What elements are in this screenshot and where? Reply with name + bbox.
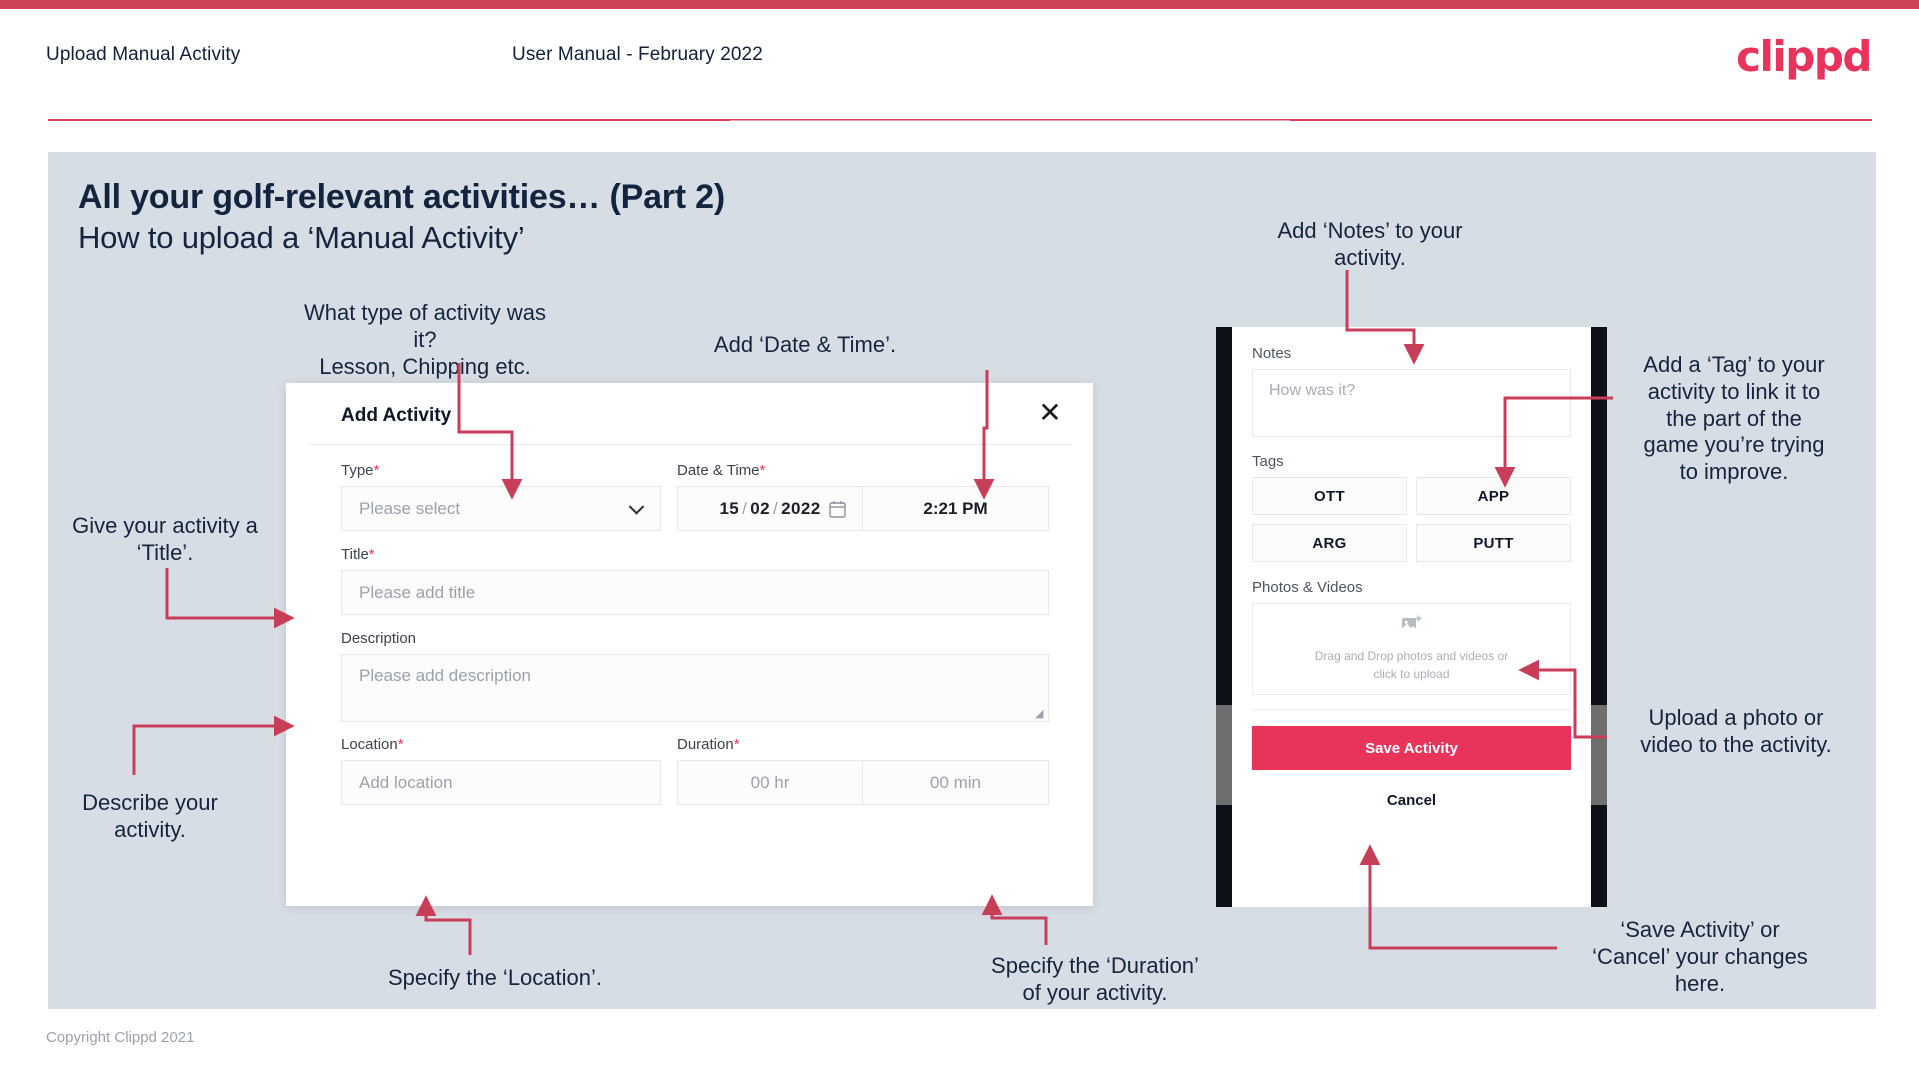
add-activity-dialog: Add Activity ✕ Type* Please select Date …	[286, 383, 1093, 906]
title-input-placeholder: Please add title	[359, 582, 476, 602]
phone-mockup: Notes How was it? Tags OTT APP ARG PUTT …	[1216, 327, 1607, 907]
field-datetime-label-text: Date & Time	[677, 462, 760, 479]
clippd-logo: clippd	[1736, 32, 1872, 81]
annotation-location: Specify the ‘Location’.	[387, 965, 603, 990]
required-marker: *	[759, 462, 766, 479]
resize-handle-icon[interactable]: ◢	[1035, 709, 1045, 720]
time-value: 2:21 PM	[923, 498, 988, 518]
header-divider-light	[730, 120, 1290, 121]
tags-label: Tags	[1252, 453, 1284, 470]
field-location-label: Location*	[341, 736, 661, 753]
time-input[interactable]: 2:21 PM	[863, 486, 1049, 531]
footer-copyright: Copyright Clippd 2021	[46, 1029, 195, 1046]
field-title-label-text: Title	[341, 546, 369, 563]
field-type-label: Type*	[341, 462, 661, 479]
duration-minutes-input[interactable]: 00 min	[863, 760, 1049, 805]
title-input[interactable]: Please add title	[341, 570, 1049, 615]
field-type-label-text: Type	[341, 462, 374, 479]
header-subtitle: User Manual - February 2022	[512, 44, 763, 65]
date-day: 15	[719, 498, 740, 518]
tags-grid: OTT APP ARG PUTT	[1252, 477, 1571, 562]
dialog-title: Add Activity	[341, 405, 452, 426]
field-duration-label: Duration*	[677, 736, 1049, 753]
required-marker: *	[373, 462, 380, 479]
slide-title: All your golf-relevant activities… (Part…	[78, 178, 726, 216]
field-datetime: Date & Time* 15/02/2022 2:21 PM	[677, 462, 1049, 531]
phone-left-edge	[1216, 327, 1232, 907]
phone-edge-gray-segment	[1591, 705, 1607, 805]
slide-page: Upload Manual Activity User Manual - Feb…	[0, 0, 1919, 1079]
field-type: Type* Please select	[341, 462, 661, 531]
location-input[interactable]: Add location	[341, 760, 661, 805]
field-title: Title* Please add title	[341, 546, 1049, 615]
annotation-notes: Add ‘Notes’ to your activity.	[1277, 218, 1463, 270]
annotation-photos: Upload a photo or video to the activity.	[1640, 705, 1832, 757]
field-location-label-text: Location	[341, 736, 398, 753]
required-marker: *	[397, 736, 404, 753]
description-textarea[interactable]: Please add description ◢	[341, 654, 1049, 722]
notes-textarea[interactable]: How was it?	[1252, 369, 1571, 437]
dropzone-line1: Drag and Drop photos and videos or	[1314, 649, 1509, 664]
photo-dropzone[interactable]: Drag and Drop photos and videos or click…	[1252, 603, 1571, 695]
close-icon[interactable]: ✕	[1033, 397, 1067, 431]
annotation-duration: Specify the ‘Duration’ of your activity.	[991, 953, 1199, 1005]
phone-right-edge	[1591, 327, 1607, 907]
cancel-button[interactable]: Cancel	[1252, 792, 1571, 809]
annotation-description: Describe your activity.	[82, 790, 218, 842]
dropzone-line2: click to upload	[1373, 666, 1450, 681]
annotation-datetime: Add ‘Date & Time’.	[713, 332, 897, 357]
tag-button-arg[interactable]: ARG	[1252, 524, 1407, 562]
required-marker: *	[733, 736, 740, 753]
photos-label: Photos & Videos	[1252, 579, 1363, 596]
tag-button-ott[interactable]: OTT	[1252, 477, 1407, 515]
type-select-placeholder: Please select	[359, 498, 461, 518]
save-activity-button[interactable]: Save Activity	[1252, 726, 1571, 770]
phone-divider	[1252, 709, 1571, 710]
duration-minutes-placeholder: 00 min	[929, 772, 982, 792]
tags-section: Tags OTT APP ARG PUTT	[1252, 453, 1571, 562]
slide-subtitle: How to upload a ‘Manual Activity’	[78, 220, 525, 255]
date-input[interactable]: 15/02/2022	[677, 486, 863, 531]
calendar-icon[interactable]	[829, 500, 846, 518]
phone-screen: Notes How was it? Tags OTT APP ARG PUTT …	[1232, 327, 1591, 907]
annotation-save: ‘Save Activity’ or ‘Cancel’ your changes h…	[1592, 917, 1808, 996]
notes-label: Notes	[1252, 345, 1292, 362]
type-select[interactable]: Please select	[341, 486, 661, 531]
date-year: 2022	[781, 498, 821, 518]
field-description-label-text: Description	[341, 630, 417, 647]
field-description: Description Please add description ◢	[341, 630, 1049, 722]
dialog-divider	[308, 444, 1071, 445]
phone-edge-gray-segment	[1216, 705, 1232, 805]
date-value: 15/02/2022	[719, 498, 821, 518]
header-title: Upload Manual Activity	[46, 44, 241, 65]
tag-button-putt[interactable]: PUTT	[1416, 524, 1571, 562]
field-datetime-label: Date & Time*	[677, 462, 1049, 479]
tag-button-app[interactable]: APP	[1416, 477, 1571, 515]
field-location: Location* Add location	[341, 736, 661, 805]
field-duration-label-text: Duration	[677, 736, 734, 753]
photos-section: Photos & Videos Drag and Drop photos and…	[1252, 579, 1571, 695]
location-placeholder: Add location	[359, 772, 453, 792]
add-image-icon	[1401, 615, 1423, 640]
chevron-down-icon	[628, 498, 645, 515]
field-description-label: Description	[341, 630, 1049, 647]
annotation-type: What type of activity was it? Lesson, Chi…	[303, 300, 547, 379]
date-month: 02	[750, 498, 770, 518]
required-marker: *	[368, 546, 375, 563]
description-placeholder: Please add description	[359, 666, 532, 685]
field-title-label: Title*	[341, 546, 1049, 563]
dropzone-text: Drag and Drop photos and videos or click…	[1315, 648, 1508, 683]
top-accent-stripe	[0, 0, 1919, 9]
duration-hours-placeholder: 00 hr	[750, 772, 790, 792]
field-duration: Duration* 00 hr 00 min	[677, 736, 1049, 805]
annotation-title: Give your activity a ‘Title’.	[72, 513, 258, 565]
dialog-header: Add Activity ✕	[286, 383, 1093, 443]
annotation-tags: Add a ‘Tag’ to your activity to link it t…	[1643, 352, 1825, 485]
duration-hours-input[interactable]: 00 hr	[677, 760, 863, 805]
